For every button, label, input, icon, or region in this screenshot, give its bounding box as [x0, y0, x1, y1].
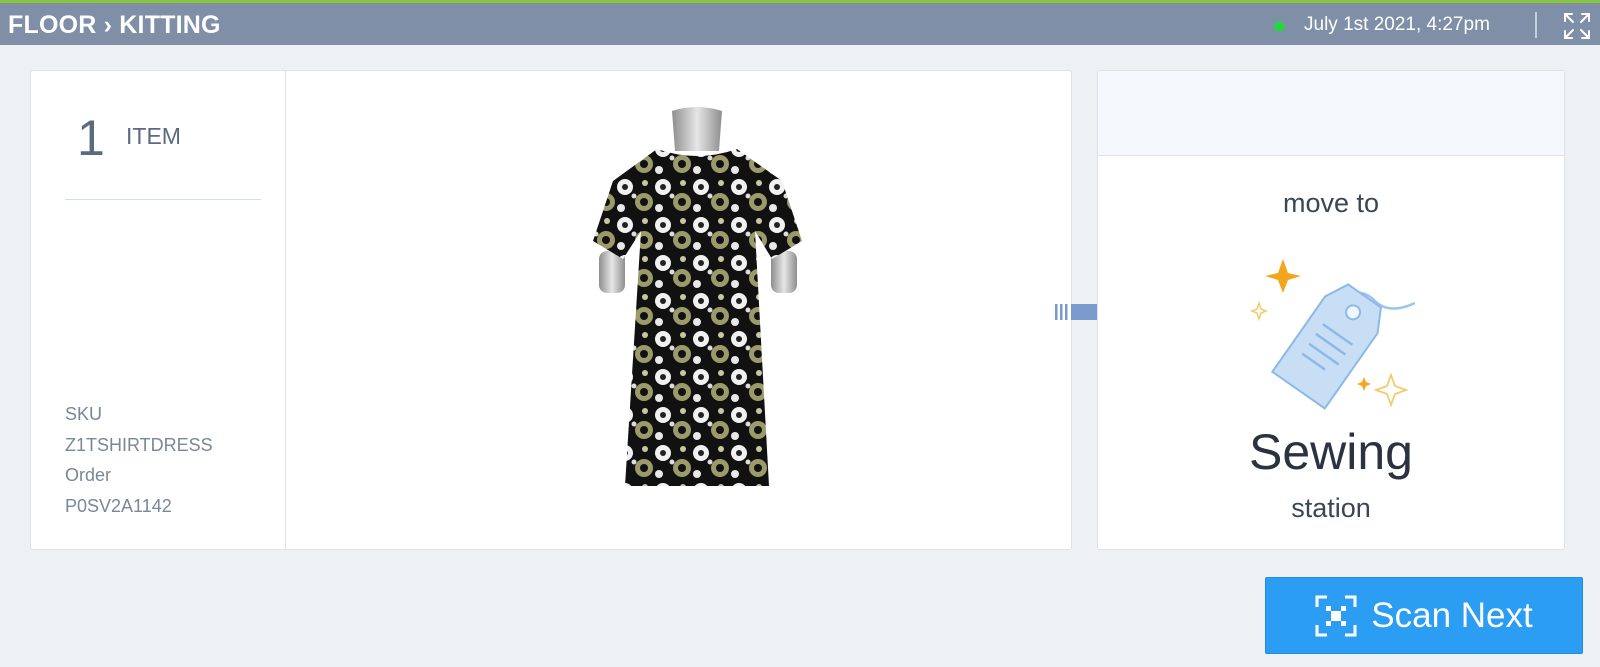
item-count: 1 — [77, 110, 105, 166]
sku-value: Z1TSHIRTDRESS — [65, 434, 213, 455]
scan-next-label: Scan Next — [1371, 595, 1533, 635]
order-value: P0SV2A1142 — [65, 495, 172, 516]
destination-header — [1098, 71, 1564, 156]
item-image-panel — [287, 71, 1072, 549]
item-count-label: ITEM — [126, 123, 181, 149]
status-indicator — [1274, 21, 1285, 32]
scan-next-button[interactable]: Scan Next — [1265, 577, 1583, 654]
datetime: July 1st 2021, 4:27pm — [1304, 14, 1490, 35]
destination-card: move to Sewing station — [1097, 70, 1565, 550]
destination-name: Sewing — [1249, 424, 1413, 480]
scan-icon — [1315, 595, 1357, 636]
expand-icon[interactable] — [1562, 11, 1592, 41]
item-info: 1 ITEM SKU Z1TSHIRTDRESS Order P0SV2A114… — [31, 71, 286, 549]
item-meta: SKU Z1TSHIRTDRESS Order P0SV2A1142 — [65, 399, 213, 521]
header-divider — [1535, 12, 1537, 38]
info-divider — [65, 199, 261, 200]
order-label: Order — [65, 465, 112, 485]
tag-icon — [1249, 259, 1416, 410]
top-bar: FLOOR › KITTING July 1st 2021, 4:27pm — [0, 0, 1600, 45]
breadcrumb[interactable]: FLOOR › KITTING — [8, 11, 221, 40]
item-card: 1 ITEM SKU Z1TSHIRTDRESS Order P0SV2A114… — [30, 70, 1072, 550]
sku-label: SKU — [65, 404, 103, 424]
floral-dress-image — [593, 107, 802, 486]
destination-subtitle: station — [1291, 493, 1371, 523]
move-to-label: move to — [1282, 188, 1380, 218]
